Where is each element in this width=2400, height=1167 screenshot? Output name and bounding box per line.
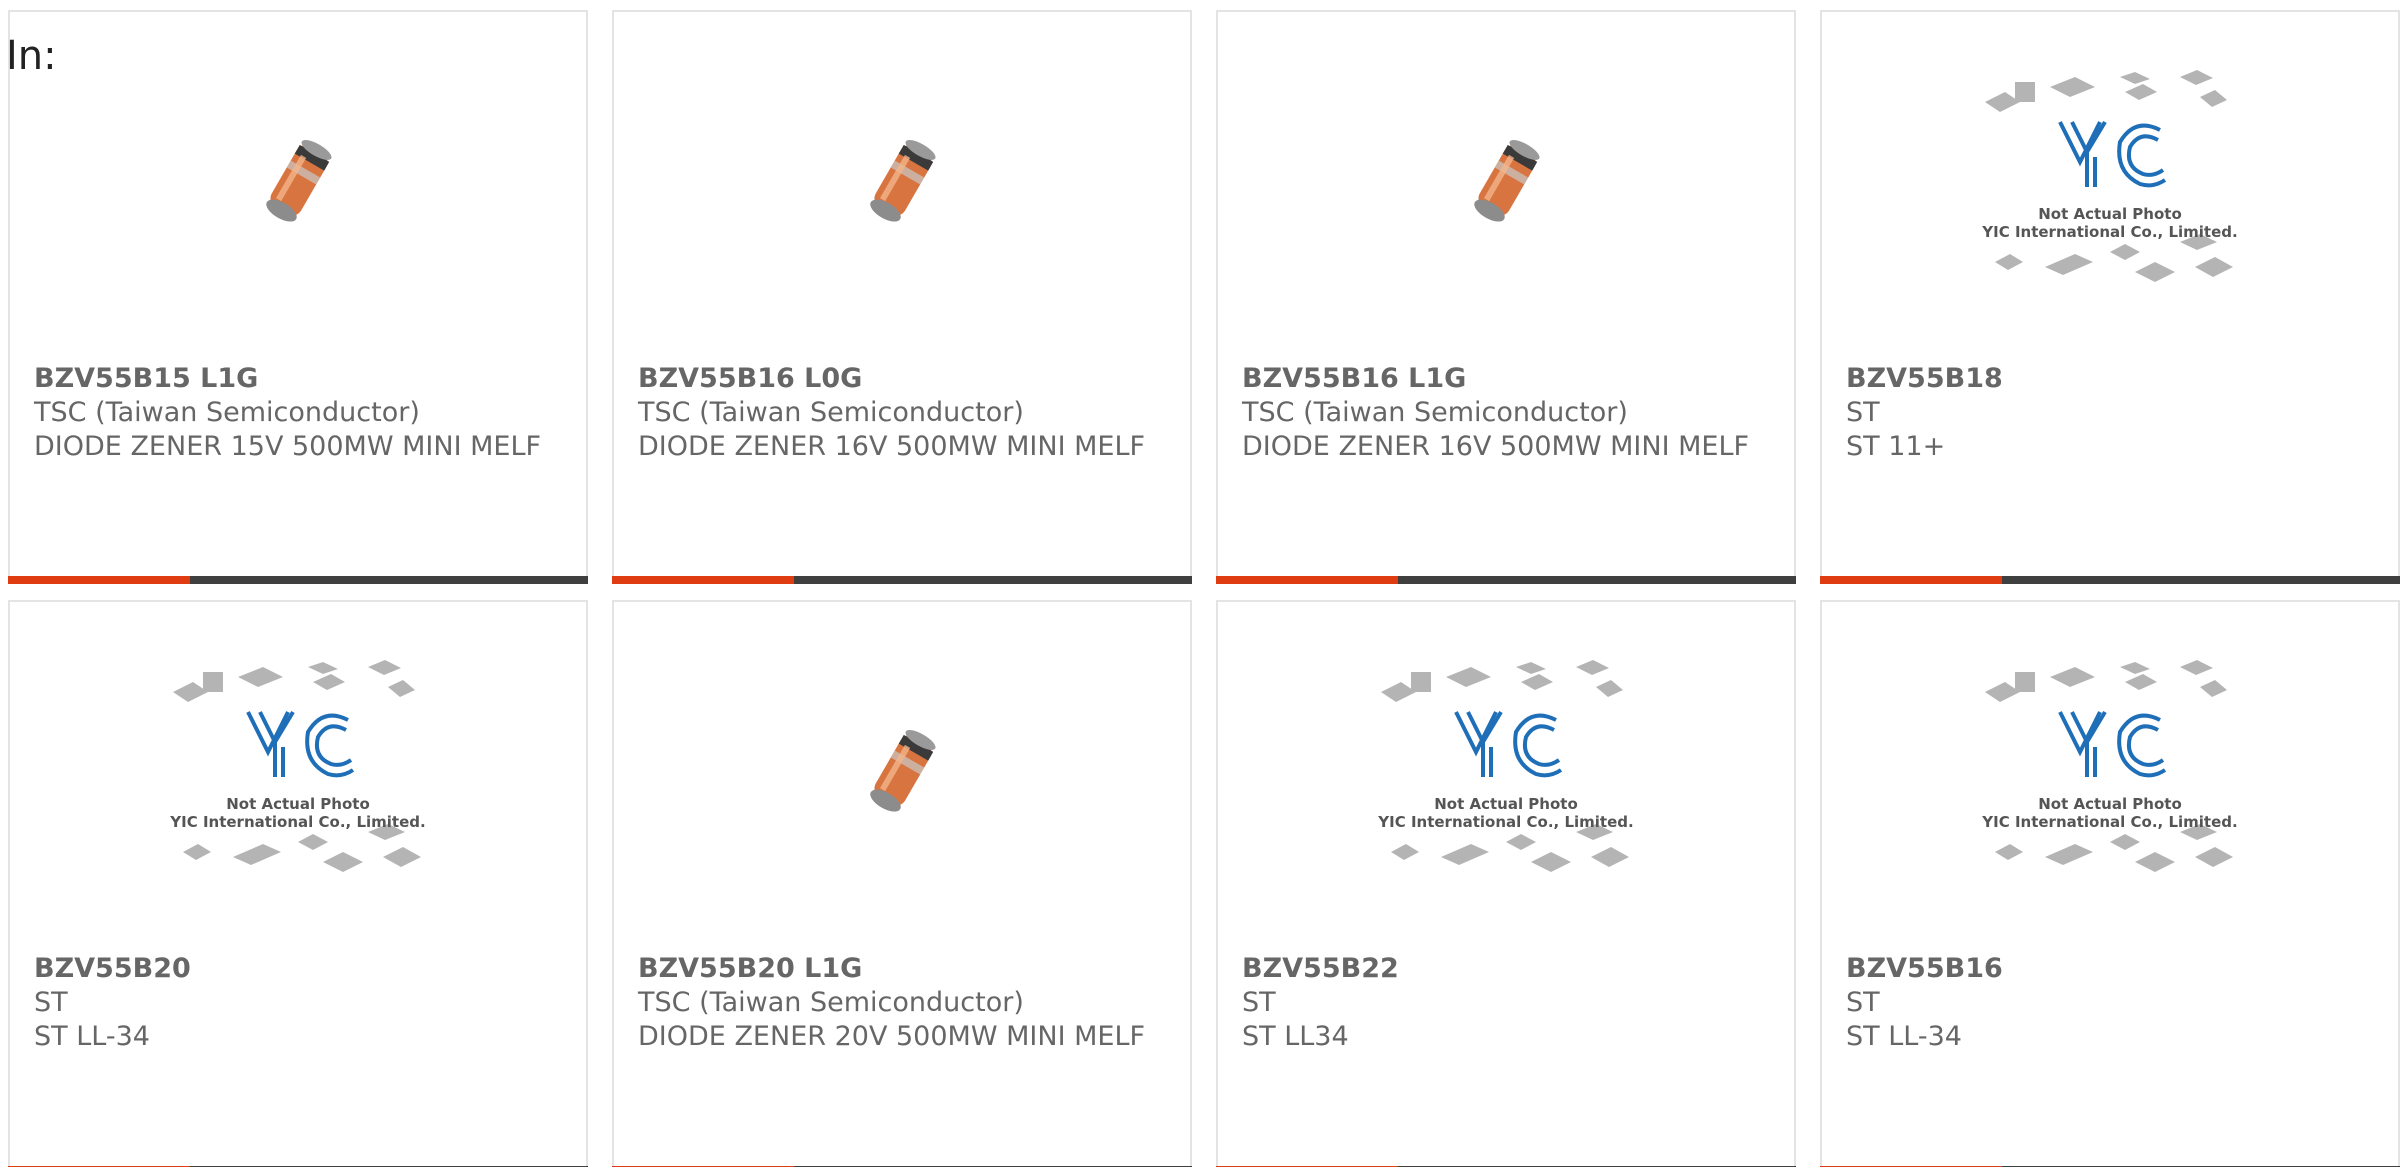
product-image: Not Actual Photo YIC International Co., L… (1822, 12, 2398, 352)
card-bottom-bar (1820, 576, 2400, 584)
placeholder-line-2: YIC International Co., Limited. (1377, 813, 1633, 831)
placeholder-caption: Not Actual PhotoYIC International Co., L… (1377, 795, 1633, 831)
card-accent-bar (612, 576, 794, 584)
card-bottom-bar (1216, 576, 1796, 584)
product-card[interactable]: Not Actual Photo YIC International Co., L… (1216, 600, 1796, 1167)
yic-placeholder-image (173, 660, 421, 872)
yic-placeholder-image (1985, 70, 2233, 282)
in-label: In: (6, 33, 57, 79)
description: DIODE ZENER 16V 500MW MINI MELF (638, 431, 1146, 462)
product-card[interactable]: BZV55B16 L1G TSC (Taiwan Semiconductor) … (1216, 10, 1796, 584)
manufacturer: TSC (Taiwan Semiconductor) (1242, 397, 1628, 428)
product-text: BZV55B20 L1G TSC (Taiwan Semiconductor) … (638, 952, 1158, 1054)
manufacturer: ST (1242, 987, 1276, 1018)
manufacturer: ST (1846, 397, 1880, 428)
part-number[interactable]: BZV55B15 L1G (34, 362, 554, 396)
manufacturer: TSC (Taiwan Semiconductor) (638, 397, 1024, 428)
part-number[interactable]: BZV55B22 (1242, 952, 1762, 986)
product-image: Not Actual Photo YIC International Co., L… (1822, 602, 2398, 942)
card-accent-bar (8, 576, 190, 584)
placeholder-caption: Not Actual PhotoYIC International Co., L… (1981, 205, 2237, 241)
part-number[interactable]: BZV55B16 L1G (1242, 362, 1762, 396)
product-grid-page: In: BZV55B15 L1G TSC (Taiwan Semiconduct… (0, 0, 2400, 1167)
placeholder-line-2: YIC International Co., Limited. (169, 813, 425, 831)
diode-image (870, 729, 936, 812)
description: ST 11+ (1846, 431, 1946, 462)
product-image (614, 12, 1190, 352)
product-image (1218, 12, 1794, 352)
diode-image (266, 139, 332, 222)
description: ST LL-34 (34, 1021, 150, 1052)
product-text: BZV55B16 ST ST LL-34 (1846, 952, 2366, 1054)
product-card[interactable]: Not Actual Photo YIC International Co., L… (1820, 600, 2400, 1167)
product-card[interactable]: BZV55B15 L1G TSC (Taiwan Semiconductor) … (8, 10, 588, 584)
product-text: BZV55B16 L1G TSC (Taiwan Semiconductor) … (1242, 362, 1762, 464)
placeholder-line-1: Not Actual Photo (226, 795, 370, 813)
card-accent-bar (1216, 576, 1398, 584)
manufacturer: TSC (Taiwan Semiconductor) (638, 987, 1024, 1018)
diode-image (870, 139, 936, 222)
product-text: BZV55B15 L1G TSC (Taiwan Semiconductor) … (34, 362, 554, 464)
placeholder-caption: Not Actual PhotoYIC International Co., L… (1981, 795, 2237, 831)
product-card[interactable]: Not Actual Photo YIC International Co., L… (8, 600, 588, 1167)
product-card[interactable]: BZV55B20 L1G TSC (Taiwan Semiconductor) … (612, 600, 1192, 1167)
part-number[interactable]: BZV55B16 (1846, 952, 2366, 986)
product-card[interactable]: BZV55B16 L0G TSC (Taiwan Semiconductor) … (612, 10, 1192, 584)
part-number[interactable]: BZV55B20 L1G (638, 952, 1158, 986)
placeholder-line-1: Not Actual Photo (1434, 795, 1578, 813)
description: DIODE ZENER 15V 500MW MINI MELF (34, 431, 542, 462)
card-bottom-bar (8, 576, 588, 584)
part-number[interactable]: BZV55B18 (1846, 362, 2366, 396)
product-image (614, 602, 1190, 942)
description: DIODE ZENER 16V 500MW MINI MELF (1242, 431, 1750, 462)
description: ST LL34 (1242, 1021, 1349, 1052)
part-number[interactable]: BZV55B20 (34, 952, 554, 986)
manufacturer: ST (1846, 987, 1880, 1018)
placeholder-line-2: YIC International Co., Limited. (1981, 813, 2237, 831)
description: ST LL-34 (1846, 1021, 1962, 1052)
product-text: BZV55B18 ST ST 11+ (1846, 362, 2366, 464)
product-text: BZV55B22 ST ST LL34 (1242, 952, 1762, 1054)
part-number[interactable]: BZV55B16 L0G (638, 362, 1158, 396)
product-text: BZV55B20 ST ST LL-34 (34, 952, 554, 1054)
product-card[interactable]: Not Actual Photo YIC International Co., L… (1820, 10, 2400, 584)
placeholder-line-2: YIC International Co., Limited. (1981, 223, 2237, 241)
placeholder-line-1: Not Actual Photo (2038, 205, 2182, 223)
yic-placeholder-image (1985, 660, 2233, 872)
card-bottom-bar (612, 576, 1192, 584)
yic-placeholder-image (1381, 660, 1629, 872)
diode-image (1474, 139, 1540, 222)
card-accent-bar (1820, 576, 2002, 584)
manufacturer: TSC (Taiwan Semiconductor) (34, 397, 420, 428)
manufacturer: ST (34, 987, 68, 1018)
product-image: Not Actual Photo YIC International Co., L… (10, 602, 586, 942)
product-image: Not Actual Photo YIC International Co., L… (1218, 602, 1794, 942)
description: DIODE ZENER 20V 500MW MINI MELF (638, 1021, 1146, 1052)
product-image (10, 12, 586, 352)
placeholder-caption: Not Actual PhotoYIC International Co., L… (169, 795, 425, 831)
product-text: BZV55B16 L0G TSC (Taiwan Semiconductor) … (638, 362, 1158, 464)
placeholder-line-1: Not Actual Photo (2038, 795, 2182, 813)
